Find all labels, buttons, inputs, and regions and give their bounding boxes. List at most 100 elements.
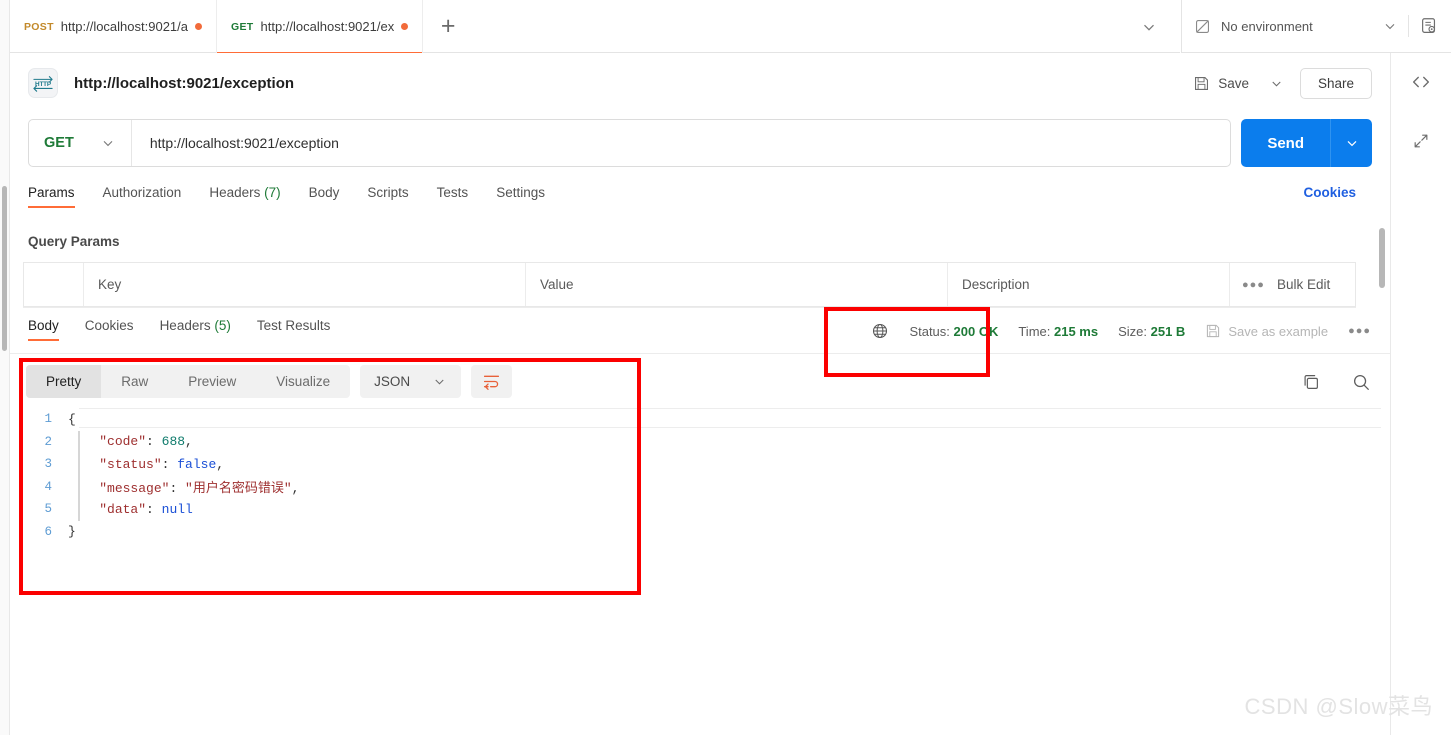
cookies-link[interactable]: Cookies [1303,185,1356,200]
query-params-title: Query Params [28,234,120,249]
request-panel-scrollbar[interactable] [1379,228,1385,288]
time-group: Time: 215 ms [1018,324,1098,339]
divider [1408,15,1409,37]
response-tab-headers[interactable]: Headers (5) [160,318,231,341]
send-options-chevron-down-icon[interactable] [1330,119,1372,167]
size-value: 251 B [1150,323,1186,339]
tab-count: (7) [264,185,281,200]
format-tab-preview[interactable]: Preview [168,365,256,398]
left-rail-scrollbar[interactable] [2,186,7,351]
tab-params[interactable]: Params [28,185,75,208]
save-label: Save [1218,75,1249,91]
tab-label: Test Results [256,318,331,333]
format-tab-pretty[interactable]: Pretty [26,365,102,398]
query-params-row-divider [23,307,1356,308]
new-tab-button[interactable]: + [423,0,473,52]
right-sidebar [1390,53,1451,735]
send-button[interactable]: Send [1241,119,1330,167]
select-all-checkbox-cell[interactable] [24,263,84,306]
tab-label: Authorization [102,185,182,200]
status-label: Status: [909,323,950,339]
column-header-key: Key [84,263,526,306]
url-input[interactable]: http://localhost:9021/exception [132,135,1231,151]
line-number: 6 [44,524,52,539]
send-group: Send [1241,119,1372,177]
response-body-code[interactable]: 1 {2 "code": 688, 3 "status": false, 4 "mes… [23,408,1381,548]
tab-label: Params [28,185,75,200]
language-selector[interactable]: JSON [360,365,462,398]
bulk-edit-button[interactable]: ●●● Bulk Edit [1230,263,1355,306]
code-text: "status": false, [99,456,225,472]
environment-chevron-down-icon[interactable] [1382,18,1398,34]
response-meta: Status: 200 OK Time: 215 ms Size: 251 B … [871,322,1371,340]
format-tab-visualize[interactable]: Visualize [256,365,350,398]
tab-label: Tests [436,185,469,200]
language-chevron-down-icon [432,374,447,389]
tab-headers[interactable]: Headers (7) [209,185,280,208]
save-disk-icon [1193,75,1210,92]
response-divider [10,353,1390,354]
more-options-icon[interactable]: ●●● [1242,279,1265,291]
code-text: "data": null [99,501,193,517]
request-header: HTTP http://localhost:9021/exception Sav… [10,53,1390,113]
request-tab-post[interactable]: POST http://localhost:9021/a [10,0,217,53]
search-icon[interactable] [1351,372,1371,392]
expand-arrows-icon[interactable] [1411,131,1431,151]
tab-label: Cookies [84,318,134,333]
line-number: 4 [44,479,52,494]
line-number: 3 [44,457,52,472]
save-as-example-button[interactable]: Save as example [1205,323,1328,339]
format-tab-raw[interactable]: Raw [101,365,168,398]
line-number: 2 [44,434,52,449]
unsaved-dot-icon [195,23,202,30]
watermark: CSDN @Slow菜鸟 [1244,694,1433,719]
tab-body[interactable]: Body [309,185,340,208]
status-value: 200 OK [953,323,999,339]
tab-label: Scripts [367,185,409,200]
column-header-description: Description [948,263,1230,306]
code-line: 4 "message": "用户名密码错误", [23,476,1381,499]
http-protocol-icon: HTTP [28,68,58,98]
wrap-lines-button[interactable] [471,365,513,398]
svg-text:HTTP: HTTP [35,81,52,88]
tab-tests[interactable]: Tests [437,185,469,208]
response-tab-test-results[interactable]: Test Results [257,318,331,341]
share-button[interactable]: Share [1299,67,1372,99]
url-bar-row: GET http://localhost:9021/exception Send [10,119,1390,177]
code-line: 2 "code": 688, [23,431,1381,454]
tab-label: Headers [159,318,211,333]
request-title: http://localhost:9021/exception [74,74,295,92]
bulk-edit-label: Bulk Edit [1276,277,1331,292]
format-tab-group: Pretty Raw Preview Visualize [26,365,351,398]
tab-authorization[interactable]: Authorization [103,185,182,208]
time-label: Time: [1018,323,1051,339]
request-tab-method: POST [24,20,54,33]
tab-label: Body [28,318,59,333]
method-selector[interactable]: GET [29,120,132,166]
code-line: 6} [23,521,1381,544]
globe-icon [871,322,889,340]
line-number: 1 [44,412,52,427]
response-tab-cookies[interactable]: Cookies [85,318,134,341]
tab-label: Body [308,185,340,200]
tab-list-chevron-down-icon[interactable] [1140,0,1158,53]
save-as-example-label: Save as example [1228,323,1329,339]
code-text: { [68,411,76,427]
request-tab-strip: POST http://localhost:9021/a GET http://… [10,0,1180,54]
code-line: 5 "data": null [23,498,1381,521]
no-environment-icon [1194,18,1211,35]
save-disk-icon [1205,323,1221,339]
save-options-chevron-down-icon[interactable] [1259,70,1294,97]
copy-icon[interactable] [1301,372,1321,392]
response-more-options-icon[interactable]: ●●● [1348,325,1371,337]
method-label: GET [44,135,74,151]
environment-quick-look-icon[interactable] [1419,16,1439,36]
environment-selector[interactable]: No environment [1181,0,1451,53]
code-snippet-icon[interactable] [1410,71,1432,93]
request-tab-get[interactable]: GET http://localhost:9021/ex [217,0,424,54]
save-button[interactable]: Save [1183,69,1259,98]
response-tab-body[interactable]: Body [28,318,59,341]
tab-scripts[interactable]: Scripts [367,185,408,208]
query-params-table-header: Key Value Description ●●● Bulk Edit [23,262,1356,307]
tab-settings[interactable]: Settings [496,185,545,208]
